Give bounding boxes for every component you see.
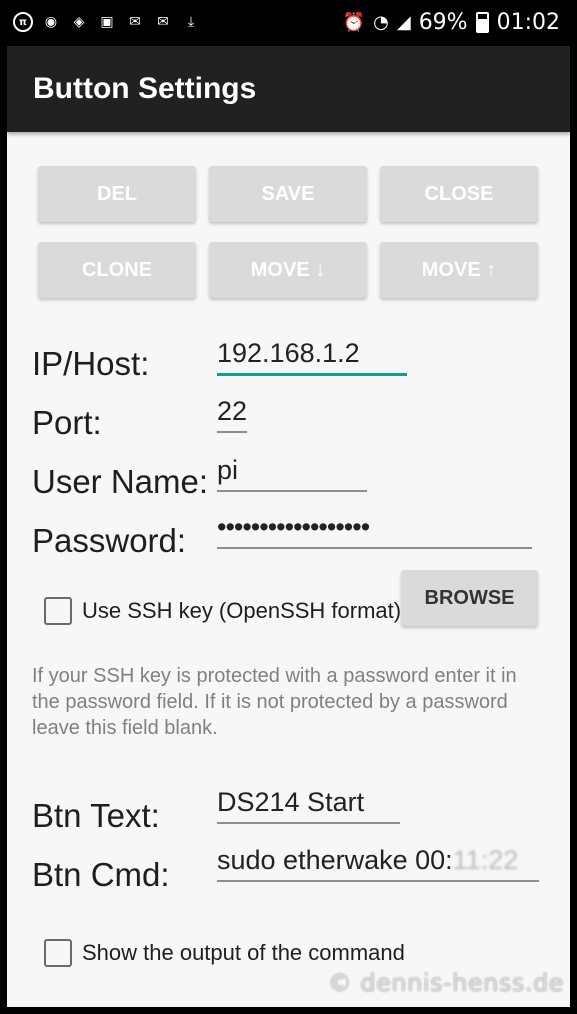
browse-button-label: BROWSE <box>424 586 515 609</box>
port-input[interactable]: 22 <box>217 396 247 433</box>
mail-icon: ✉ <box>129 14 141 30</box>
use-ssh-key-checkbox[interactable] <box>44 597 72 625</box>
clone-button[interactable]: CLONE <box>38 242 196 298</box>
del-button-label: DEL <box>97 182 137 205</box>
notification-icons: π ◉ ◈ ▣ ✉ ✉ ⤓ <box>13 12 201 32</box>
btn-cmd-input[interactable]: sudo etherwake 00:11:22 <box>217 845 539 882</box>
show-output-label: Show the output of the command <box>82 940 405 965</box>
ip-host-input[interactable]: 192.168.1.2 <box>217 338 407 376</box>
battery-percent: 69% <box>418 10 468 35</box>
page-title: Button Settings <box>33 72 257 105</box>
del-button[interactable]: DEL <box>38 166 196 222</box>
save-button-label: SAVE <box>261 182 315 205</box>
app-bar: Button Settings <box>7 46 570 132</box>
btn-cmd-obscured: 11:22 <box>452 845 519 875</box>
save-button[interactable]: SAVE <box>209 166 367 222</box>
wifi-icon: ◔ <box>373 12 389 33</box>
btn-cmd-label: Btn Cmd: <box>32 856 170 893</box>
messenger-icon: ◉ <box>44 14 58 30</box>
move-up-button-label: MOVE ↑ <box>421 258 497 281</box>
close-button[interactable]: CLOSE <box>380 166 538 222</box>
mail-icon: ✉ <box>157 14 169 30</box>
clone-button-label: CLONE <box>82 258 152 281</box>
user-name-label: User Name: <box>32 463 209 500</box>
gallery-icon: ▣ <box>100 14 114 30</box>
watermark: © dennis-henss.de <box>327 969 564 997</box>
system-icons: ⏰ ◔ ◢ 69% 01:02 <box>343 10 560 35</box>
navigation-icon: ◈ <box>73 14 85 30</box>
close-button-label: CLOSE <box>424 182 494 205</box>
pi-icon: π <box>13 12 33 32</box>
move-down-button[interactable]: MOVE ↓ <box>209 242 367 298</box>
signal-icon: ◢ <box>396 12 411 33</box>
btn-text-label: Btn Text: <box>32 797 160 834</box>
btn-cmd-value: sudo etherwake 00: <box>217 845 453 875</box>
screen: π ◉ ◈ ▣ ✉ ✉ ⤓ ⏰ ◔ ◢ 69% 01:02 Button Set… <box>7 0 570 1007</box>
use-ssh-key-label: Use SSH key (OpenSSH format) <box>82 598 402 623</box>
battery-icon <box>475 12 489 33</box>
user-name-input[interactable]: pi <box>217 455 367 492</box>
move-down-button-label: MOVE ↓ <box>250 258 326 281</box>
browse-button[interactable]: BROWSE <box>401 570 538 626</box>
btn-text-input[interactable]: DS214 Start <box>217 787 400 824</box>
move-up-button[interactable]: MOVE ↑ <box>380 242 538 298</box>
alarm-icon: ⏰ <box>342 12 366 33</box>
clock: 01:02 <box>496 10 560 35</box>
ip-host-label: IP/Host: <box>32 345 150 382</box>
show-output-checkbox[interactable] <box>44 939 72 967</box>
download-done-icon: ⤓ <box>187 14 195 30</box>
status-bar: π ◉ ◈ ▣ ✉ ✉ ⤓ ⏰ ◔ ◢ 69% 01:02 <box>7 0 570 46</box>
password-input[interactable]: •••••••••••••••••• <box>217 512 532 549</box>
password-label: Password: <box>32 522 187 559</box>
ssh-key-hint: If your SSH key is protected with a pass… <box>32 665 517 739</box>
port-label: Port: <box>32 404 102 441</box>
